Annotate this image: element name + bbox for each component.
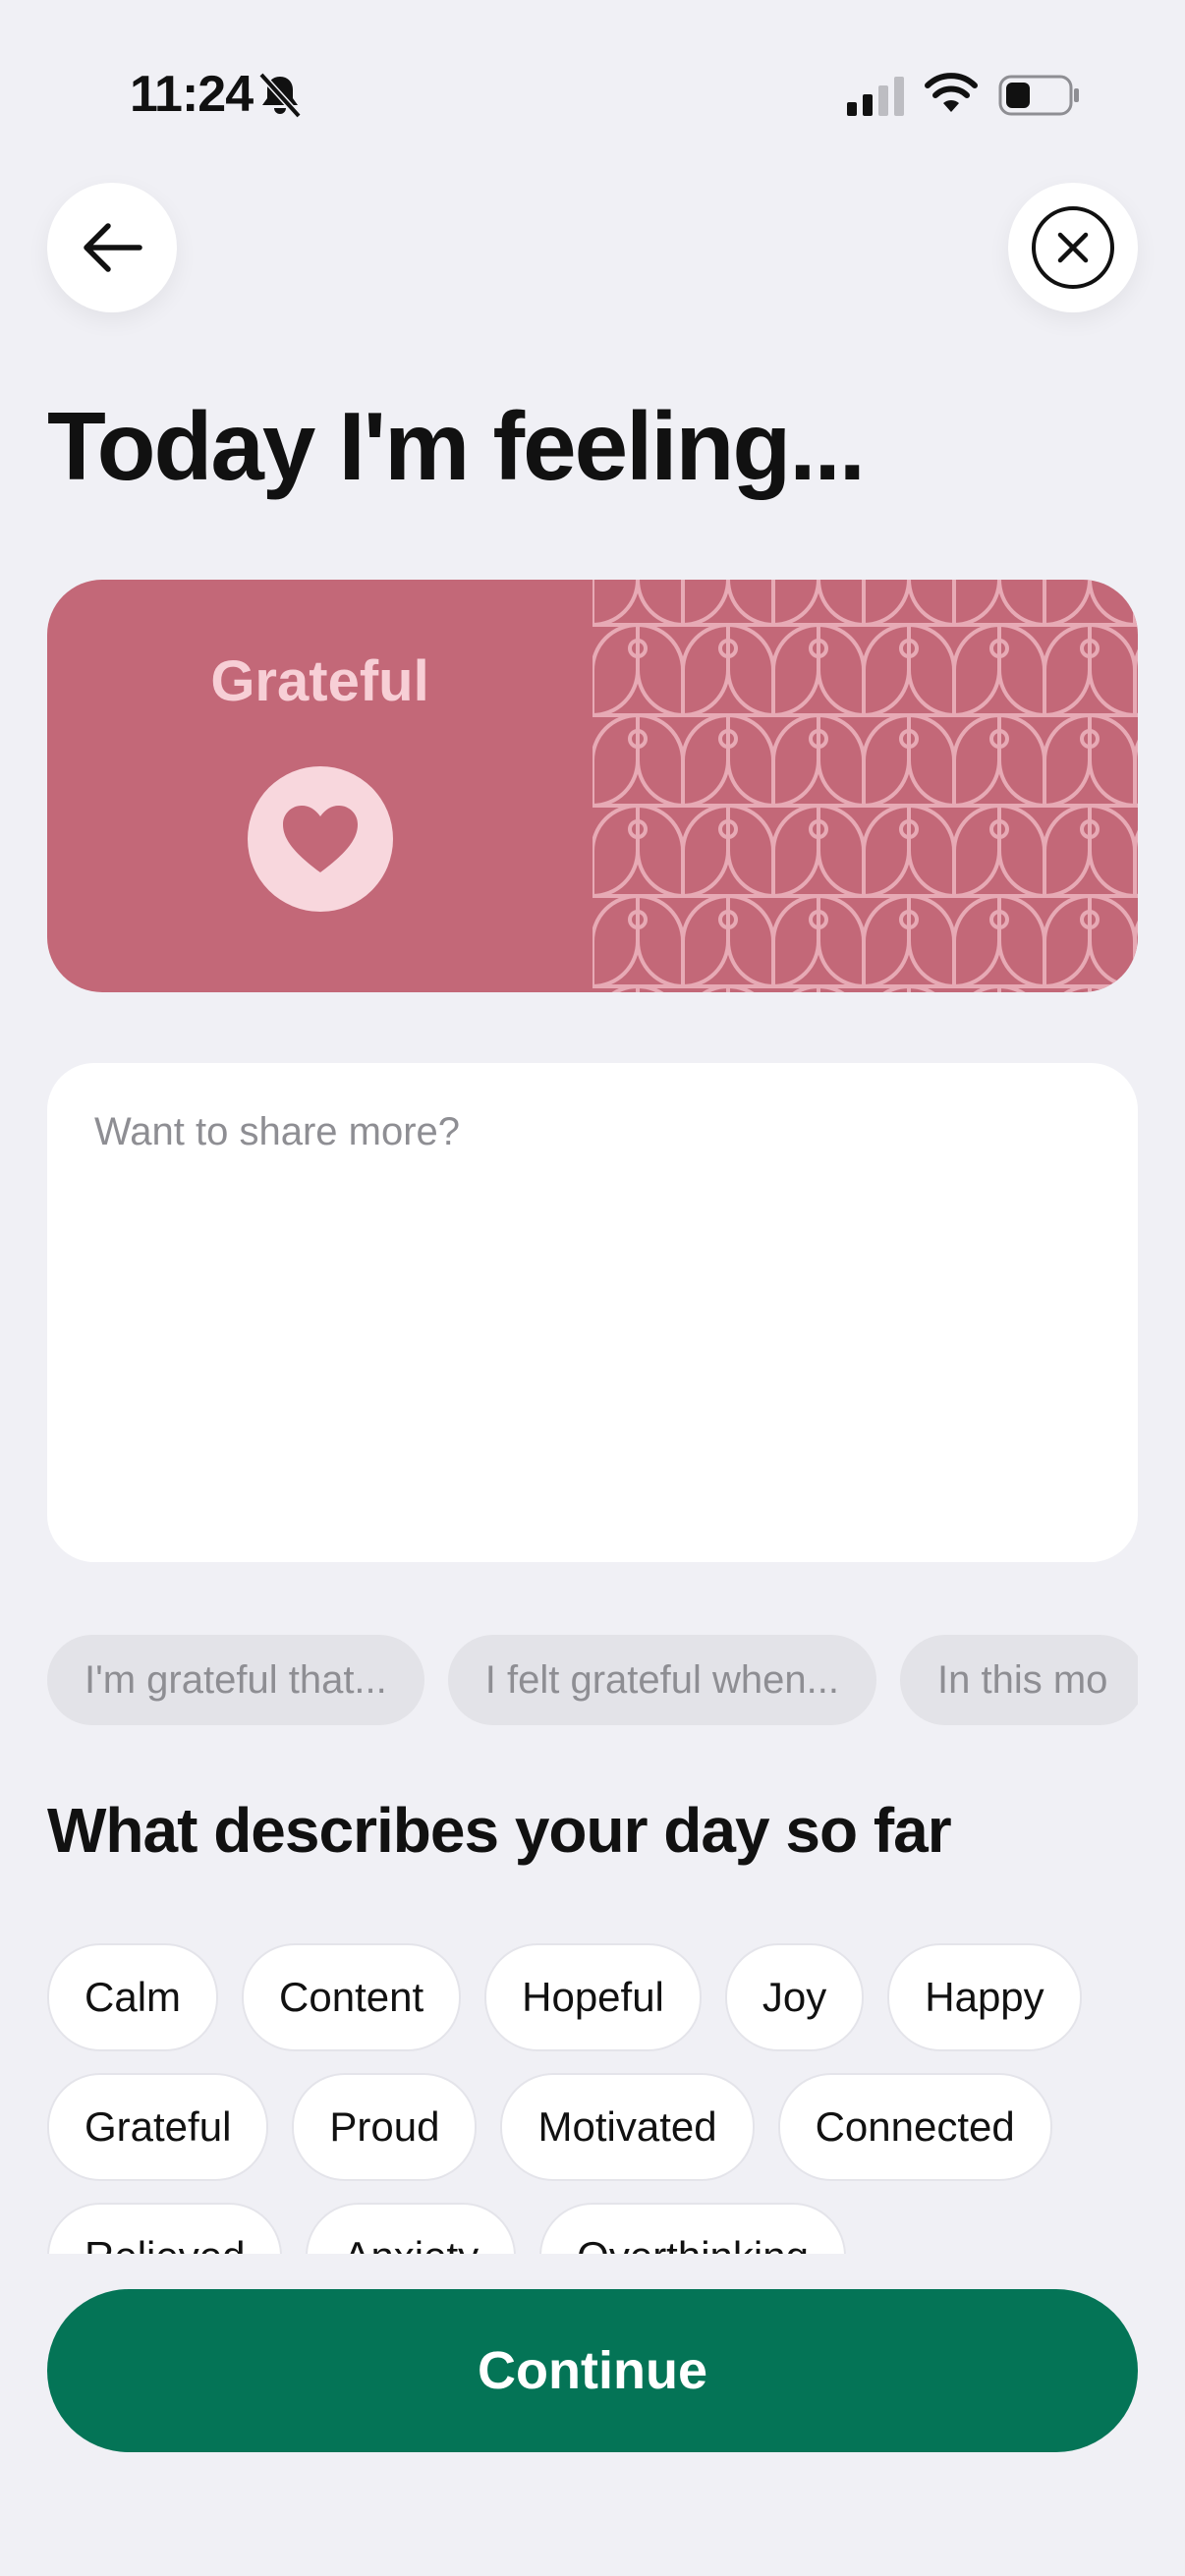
silent-bell-icon <box>258 72 302 119</box>
prompt-chip[interactable]: I felt grateful when... <box>447 1635 876 1725</box>
wifi-icon <box>925 73 978 112</box>
mood-card[interactable]: Grateful <box>47 580 1138 992</box>
close-button[interactable] <box>1008 183 1138 312</box>
mood-label: Grateful <box>210 649 429 713</box>
section-title: What describes your day so far <box>47 1795 952 1866</box>
back-button[interactable] <box>47 183 177 312</box>
tag-connected[interactable]: Connected <box>777 2073 1052 2181</box>
prompt-chip[interactable]: In this mo <box>899 1635 1138 1725</box>
tag-anxiety[interactable]: Anxiety <box>306 2203 517 2254</box>
prompt-suggestions: I'm grateful that... I felt grateful when… <box>47 1635 1138 1725</box>
day-tags: Calm Content Hopeful Joy Happy Grateful … <box>47 1943 1138 2254</box>
cellular-signal-icon <box>847 77 904 116</box>
tag-relieved[interactable]: Relieved <box>47 2203 283 2254</box>
tag-joy[interactable]: Joy <box>724 1943 865 2051</box>
continue-button[interactable]: Continue <box>47 2289 1138 2452</box>
prompt-chip[interactable]: I'm grateful that... <box>47 1635 424 1725</box>
close-icon <box>1032 206 1114 289</box>
status-time: 11:24 <box>130 66 254 123</box>
tag-overthinking[interactable]: Overthinking <box>539 2203 846 2254</box>
tag-proud[interactable]: Proud <box>292 2073 478 2181</box>
tag-motivated[interactable]: Motivated <box>500 2073 755 2181</box>
battery-icon <box>998 75 1079 116</box>
share-more-textarea[interactable] <box>47 1063 1138 1562</box>
tag-grateful[interactable]: Grateful <box>47 2073 269 2181</box>
arrow-left-icon <box>84 223 142 272</box>
tag-happy[interactable]: Happy <box>887 1943 1082 2051</box>
tag-calm[interactable]: Calm <box>47 1943 219 2051</box>
tag-content[interactable]: Content <box>242 1943 462 2051</box>
decorative-pattern <box>592 580 1138 992</box>
page-title: Today I'm feeling... <box>47 392 866 500</box>
heart-icon <box>248 766 393 912</box>
tag-hopeful[interactable]: Hopeful <box>484 1943 702 2051</box>
